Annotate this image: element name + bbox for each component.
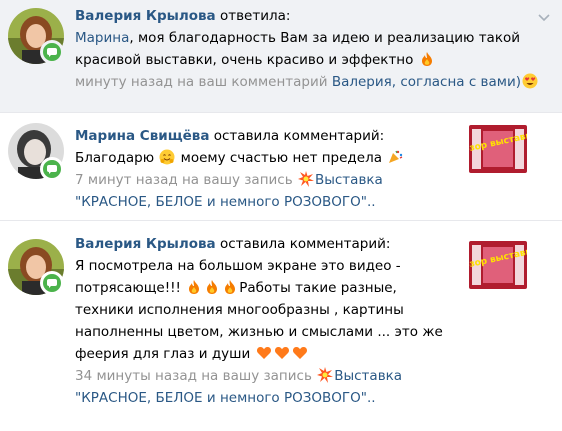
notification-item[interactable]: Валерия Крылова ответила: Марина, моя бл…	[0, 0, 562, 112]
notification-meta: минуту назад на ваш комментарий Валерия,…	[75, 71, 557, 93]
notification-meta: 7 минут назад на вашу запись Выставка "К…	[75, 169, 455, 213]
notification-content: Валерия Крылова ответила: Марина, моя бл…	[75, 5, 557, 93]
comment-text: Марина, моя благодарность Вам за идею и …	[75, 30, 521, 68]
chevron-down-icon[interactable]	[538, 10, 550, 26]
fire-icon	[421, 52, 432, 66]
fire-icon	[225, 280, 236, 294]
author-link[interactable]: Марина Свищёва	[75, 128, 209, 144]
comment-text: Благодарю моему счастью нет предела	[75, 147, 455, 169]
timestamp: 34 минуты назад на вашу запись	[75, 368, 312, 384]
collision-icon	[317, 367, 334, 383]
target-link[interactable]: Валерия, согласна с вами)	[332, 74, 521, 90]
post-thumbnail[interactable]: обзор выставки	[469, 241, 527, 289]
notification-item[interactable]: Валерия Крылова оставила комментарий: Я …	[0, 221, 562, 431]
fire-icon	[207, 280, 218, 294]
comment-badge-icon	[40, 40, 64, 64]
mention-link[interactable]: Марина	[75, 30, 129, 46]
orange-heart-icon	[292, 347, 307, 359]
action-text: оставила комментарий:	[213, 128, 385, 144]
action-text: ответила:	[219, 8, 291, 24]
post-thumbnail[interactable]: обзор выставки	[469, 125, 527, 173]
author-link[interactable]: Валерия Крылова	[75, 8, 216, 24]
heart-eyes-emoji-icon	[522, 73, 538, 89]
orange-heart-icon	[256, 347, 271, 359]
notification-content: Валерия Крылова оставила комментарий: Я …	[75, 233, 455, 409]
comment-badge-icon	[40, 157, 64, 181]
notification-content: Марина Свищёва оставила комментарий: Бла…	[75, 125, 455, 213]
fire-icon	[189, 280, 200, 294]
timestamp: 7 минут назад на вашу запись	[75, 172, 293, 188]
action-text: оставила комментарий:	[219, 236, 391, 252]
timestamp: минуту назад на ваш комментарий	[75, 74, 328, 90]
party-popper-icon	[389, 150, 403, 163]
comment-badge-icon	[40, 271, 64, 295]
author-link[interactable]: Валерия Крылова	[75, 236, 216, 252]
comment-text: Я посмотрела на большом экране это видео…	[75, 258, 443, 362]
orange-heart-icon	[274, 347, 289, 359]
notification-item[interactable]: Марина Свищёва оставила комментарий: Бла…	[0, 113, 562, 220]
hugging-face-emoji-icon	[159, 149, 175, 165]
notification-meta: 34 минуты назад на вашу запись Выставка …	[75, 365, 455, 409]
collision-icon	[297, 171, 314, 187]
